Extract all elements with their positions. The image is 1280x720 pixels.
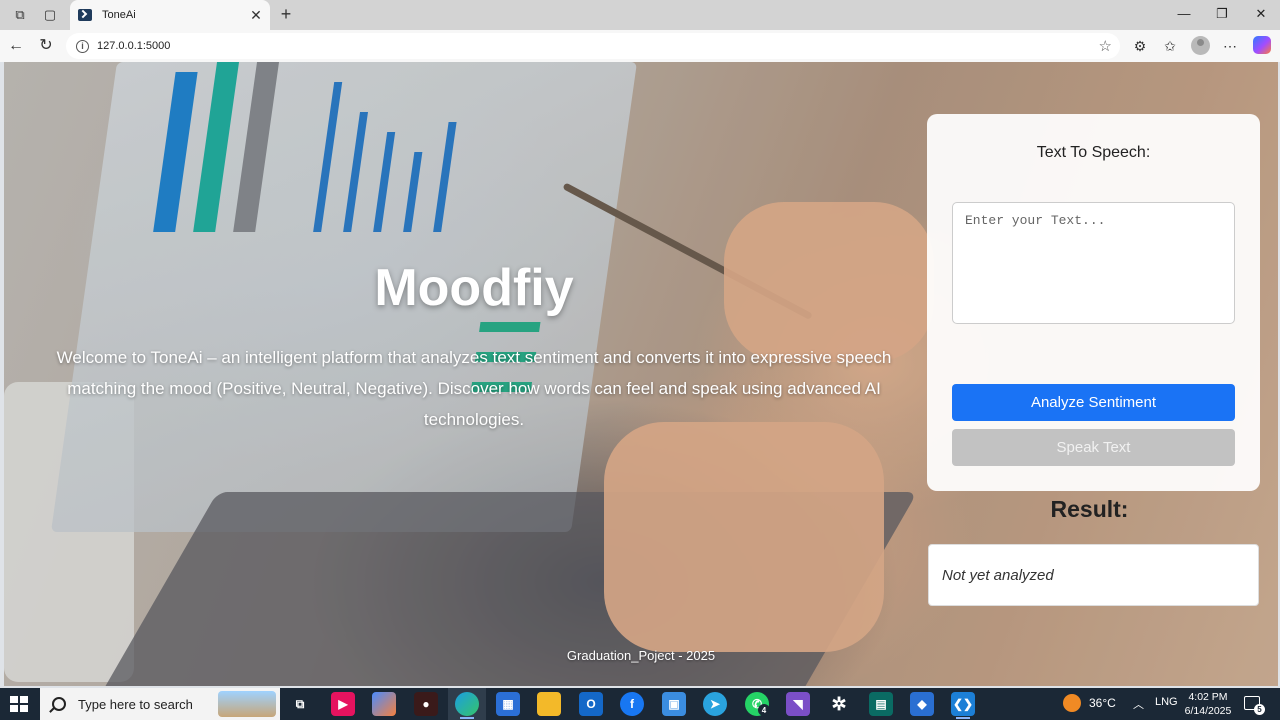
tray-chevron-icon[interactable]: ︿ (1133, 696, 1144, 712)
app-icon-sandbox[interactable]: ▣ (662, 692, 686, 716)
hero-title: Moodfiy (374, 259, 574, 317)
result-value: Not yet analyzed (942, 566, 1054, 584)
more-menu-icon[interactable]: ⋯ (1220, 36, 1240, 56)
site-info-icon[interactable]: i (76, 39, 89, 53)
back-button[interactable]: ← (6, 36, 26, 56)
app-icon-visual-studio[interactable]: ◥ (786, 692, 810, 716)
minimize-button[interactable]: — (1172, 4, 1196, 24)
app-icon-jetbrains[interactable]: ▤ (869, 692, 893, 716)
vscode-running-indicator (956, 717, 970, 719)
footer-text: Graduation_Poject - 2025 (566, 648, 716, 663)
windows-taskbar: Type here to search ⧉ ▶ ● ▦ O f ▣ ➤ ✆ 4 … (0, 688, 1280, 720)
favorite-star-icon[interactable]: ☆ (1099, 37, 1112, 55)
address-bar-row: ← ↻ i 127.0.0.1:5000 ☆ ⚙ ✩ ⋯ (0, 30, 1280, 62)
app-icon-facebook[interactable]: f (620, 692, 644, 716)
search-icon (52, 697, 66, 711)
system-clock[interactable]: 4:02 PM 6/14/2025 (1180, 690, 1236, 718)
app-icon-telegram[interactable]: ➤ (703, 692, 727, 716)
search-highlight-image (218, 691, 276, 717)
terminal-favicon-icon (78, 9, 92, 21)
notification-count: 5 (1254, 704, 1265, 715)
browser-tab[interactable]: ToneAi ✕ (70, 0, 270, 30)
language-indicator[interactable]: LNG (1155, 696, 1178, 708)
copilot-icon[interactable] (1253, 36, 1271, 54)
speak-text-button[interactable]: Speak Text (952, 429, 1235, 466)
extensions-icon[interactable]: ⚙ (1130, 36, 1150, 56)
refresh-button[interactable]: ↻ (36, 36, 56, 56)
task-view-icon[interactable]: ⧉ (288, 692, 312, 716)
tts-card: Text To Speech: Analyze Sentiment Speak … (927, 114, 1260, 491)
weather-sun-icon (1063, 694, 1081, 712)
workspaces-icon[interactable]: ⧉ (10, 5, 30, 25)
app-icon-store[interactable]: ▦ (496, 692, 520, 716)
tab-actions-icon[interactable]: ▢ (40, 5, 60, 25)
whatsapp-badge: 4 (758, 704, 770, 716)
browser-tab-bar: ⧉ ▢ ToneAi ✕ + — ❐ ✕ (0, 0, 1280, 30)
app-icon-edge[interactable] (455, 692, 479, 716)
app-icon-outlook[interactable]: O (579, 692, 603, 716)
start-button[interactable] (10, 696, 28, 712)
app-icon-copilot[interactable] (372, 692, 396, 716)
tts-card-title: Text To Speech: (1036, 144, 1151, 161)
url-field[interactable]: i 127.0.0.1:5000 ☆ (66, 33, 1120, 59)
favorites-icon[interactable]: ✩ (1160, 36, 1180, 56)
app-icon-chatgpt[interactable]: ✲ (827, 692, 851, 716)
analyze-sentiment-button[interactable]: Analyze Sentiment (952, 384, 1235, 421)
app-icon-file-explorer[interactable] (537, 692, 561, 716)
hero-description: Welcome to ToneAi – an intelligent platf… (56, 348, 892, 429)
app-icon-vscode[interactable]: ❮❯ (951, 692, 975, 716)
taskbar-search-placeholder: Type here to search (78, 696, 193, 712)
taskbar-search[interactable]: Type here to search (40, 688, 280, 720)
result-title: Result: (1050, 496, 1129, 522)
url-text[interactable]: 127.0.0.1:5000 (97, 40, 1099, 52)
edge-running-indicator (460, 717, 474, 719)
new-tab-button[interactable]: + (276, 4, 296, 24)
tab-title: ToneAi (102, 9, 136, 21)
app-icon-recorder[interactable]: ● (414, 692, 438, 716)
profile-avatar[interactable] (1191, 36, 1210, 55)
text-input[interactable] (952, 202, 1235, 324)
restore-button[interactable]: ❐ (1210, 4, 1234, 24)
weather-widget[interactable]: 36°C (1063, 694, 1116, 712)
weather-temperature: 36°C (1089, 696, 1116, 710)
result-display: Not yet analyzed (928, 544, 1259, 606)
close-tab-icon[interactable]: ✕ (246, 7, 266, 24)
app-icon-installer[interactable]: ◆ (910, 692, 934, 716)
close-window-button[interactable]: ✕ (1249, 4, 1273, 24)
clock-date: 6/14/2025 (1184, 705, 1232, 717)
clock-time: 4:02 PM (1188, 691, 1228, 703)
app-icon-media[interactable]: ▶ (331, 692, 355, 716)
